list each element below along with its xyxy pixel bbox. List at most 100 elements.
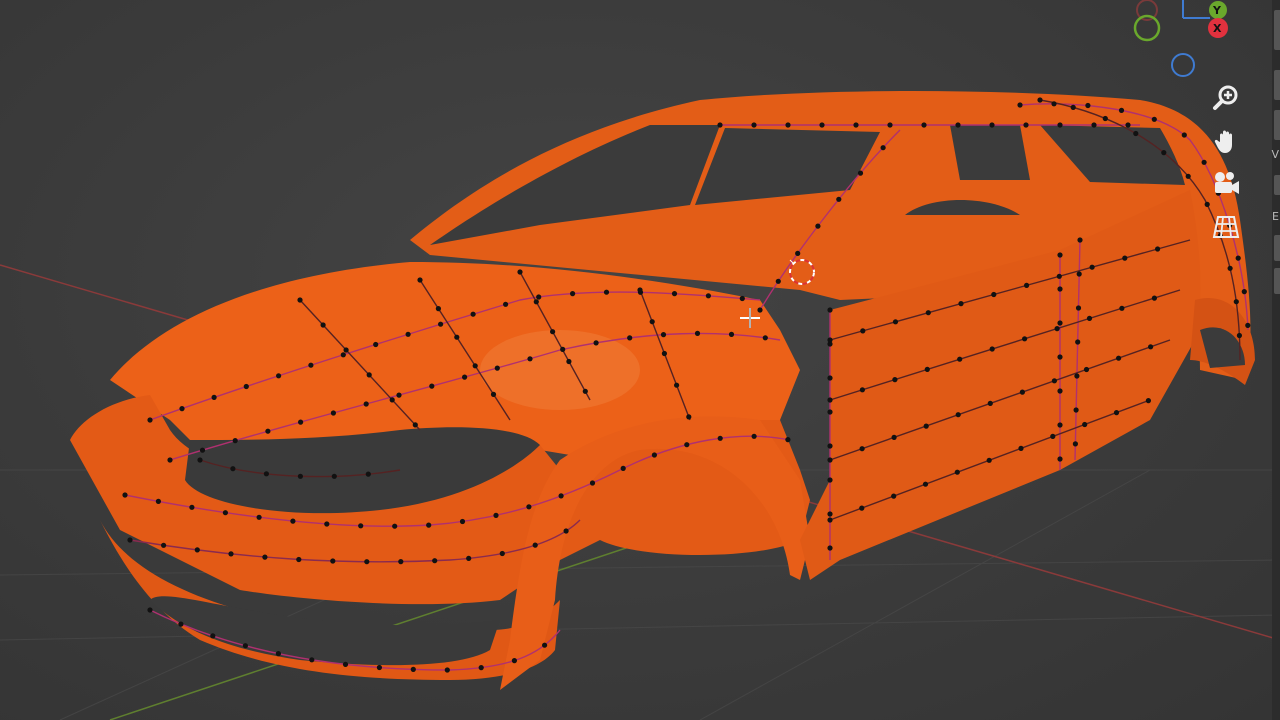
- mesh-vertex[interactable]: [1051, 378, 1057, 384]
- mesh-vertex[interactable]: [1235, 255, 1241, 261]
- mesh-vertex[interactable]: [986, 457, 992, 463]
- mesh-vertex[interactable]: [1057, 354, 1063, 360]
- mesh-vertex[interactable]: [1054, 326, 1060, 332]
- mesh-vertex[interactable]: [921, 122, 927, 128]
- mesh-vertex[interactable]: [739, 295, 745, 302]
- mesh-vertex[interactable]: [309, 657, 315, 663]
- mesh-vertex[interactable]: [1019, 389, 1025, 395]
- mesh-vertex[interactable]: [243, 383, 249, 390]
- mesh-vertex[interactable]: [398, 559, 404, 565]
- mesh-vertex[interactable]: [550, 329, 556, 335]
- mesh-vertex[interactable]: [859, 387, 866, 393]
- mesh-vertex[interactable]: [459, 518, 466, 525]
- mesh-vertex[interactable]: [1024, 282, 1030, 288]
- mesh-vertex[interactable]: [924, 366, 930, 372]
- mesh-vertex[interactable]: [297, 297, 303, 303]
- mesh-vertex[interactable]: [558, 493, 564, 499]
- mesh-vertex[interactable]: [330, 558, 336, 564]
- mesh-vertex[interactable]: [757, 307, 763, 313]
- mesh-vertex[interactable]: [671, 291, 678, 297]
- mesh-vertex[interactable]: [308, 362, 314, 368]
- mesh-vertex[interactable]: [490, 391, 497, 397]
- mesh-vertex[interactable]: [651, 452, 658, 458]
- camera-view-button[interactable]: [1208, 166, 1244, 202]
- mesh-vertex[interactable]: [222, 510, 228, 516]
- mesh-vertex[interactable]: [230, 466, 236, 472]
- mesh-vertex[interactable]: [429, 383, 435, 389]
- mesh-vertex[interactable]: [775, 278, 781, 284]
- mesh-vertex[interactable]: [570, 291, 576, 297]
- mesh-vertex[interactable]: [343, 347, 349, 353]
- mesh-vertex[interactable]: [373, 341, 379, 348]
- mesh-vertex[interactable]: [232, 438, 238, 444]
- mesh-vertex[interactable]: [364, 559, 370, 565]
- mesh-vertex[interactable]: [627, 335, 633, 341]
- mesh-vertex[interactable]: [438, 321, 444, 327]
- mesh-vertex[interactable]: [532, 542, 538, 548]
- mesh-vertex[interactable]: [1056, 273, 1062, 279]
- mesh-vertex[interactable]: [324, 521, 330, 527]
- mesh-vertex[interactable]: [511, 658, 517, 664]
- mesh-vertex[interactable]: [1017, 102, 1023, 108]
- mesh-vertex[interactable]: [194, 547, 200, 553]
- mesh-vertex[interactable]: [1227, 265, 1233, 271]
- mesh-vertex[interactable]: [1116, 355, 1122, 361]
- mesh-vertex[interactable]: [728, 331, 735, 337]
- mesh-vertex[interactable]: [412, 422, 418, 428]
- mesh-vertex[interactable]: [717, 435, 723, 441]
- mesh-vertex[interactable]: [161, 542, 167, 548]
- zoom-button[interactable]: [1208, 80, 1244, 116]
- mesh-vertex[interactable]: [127, 537, 133, 543]
- mesh-vertex[interactable]: [785, 122, 791, 128]
- mesh-vertex[interactable]: [1057, 456, 1063, 462]
- mesh-vertex[interactable]: [533, 299, 539, 305]
- mesh-vertex[interactable]: [426, 522, 432, 528]
- mesh-vertex[interactable]: [331, 473, 337, 479]
- mesh-vertex[interactable]: [466, 555, 472, 562]
- pan-button[interactable]: [1208, 124, 1244, 160]
- mesh-vertex[interactable]: [396, 392, 402, 398]
- mesh-vertex[interactable]: [717, 122, 723, 128]
- navigation-gizmo[interactable]: Y X: [1133, 0, 1228, 77]
- mesh-vertex[interactable]: [526, 504, 532, 510]
- mesh-vertex[interactable]: [1050, 433, 1056, 439]
- mesh-vertex[interactable]: [860, 328, 866, 334]
- mesh-vertex[interactable]: [340, 352, 346, 358]
- mesh-vertex[interactable]: [1145, 398, 1151, 404]
- mesh-vertex[interactable]: [1076, 271, 1082, 277]
- mesh-vertex[interactable]: [686, 414, 692, 420]
- mesh-vertex[interactable]: [256, 514, 262, 520]
- mesh-vertex[interactable]: [991, 291, 997, 298]
- mesh-vertex[interactable]: [957, 356, 963, 362]
- mesh-vertex[interactable]: [1077, 237, 1083, 243]
- mesh-vertex[interactable]: [827, 477, 833, 483]
- mesh-vertex[interactable]: [989, 122, 995, 128]
- mesh-vertex[interactable]: [891, 434, 897, 440]
- mesh-vertex[interactable]: [819, 122, 825, 128]
- mesh-vertex[interactable]: [478, 665, 484, 671]
- mesh-vertex[interactable]: [211, 394, 217, 400]
- mesh-vertex[interactable]: [815, 223, 821, 229]
- mesh-vertex[interactable]: [1037, 97, 1043, 103]
- mesh-vertex[interactable]: [857, 170, 864, 176]
- mesh-vertex[interactable]: [1119, 305, 1125, 311]
- mesh-vertex[interactable]: [263, 471, 269, 477]
- mesh-vertex[interactable]: [955, 412, 961, 418]
- mesh-vertex[interactable]: [827, 409, 833, 415]
- mesh-vertex[interactable]: [1125, 122, 1131, 128]
- mesh-vertex[interactable]: [1122, 255, 1128, 261]
- mesh-vertex[interactable]: [836, 196, 842, 202]
- mesh-vertex[interactable]: [1151, 295, 1157, 301]
- mesh-vertex[interactable]: [1075, 339, 1081, 345]
- mesh-vertex[interactable]: [958, 301, 964, 307]
- mesh-vertex[interactable]: [1075, 305, 1082, 311]
- mesh-vertex[interactable]: [827, 337, 833, 343]
- mesh-vertex[interactable]: [954, 469, 960, 475]
- mesh-vertex[interactable]: [290, 518, 296, 524]
- mesh-vertex[interactable]: [365, 471, 371, 477]
- mesh-vertex[interactable]: [122, 492, 128, 498]
- mesh-vertex[interactable]: [892, 377, 898, 383]
- mesh-vertex[interactable]: [785, 437, 791, 443]
- mesh-vertex[interactable]: [265, 428, 271, 434]
- sidebar-tab[interactable]: [1274, 235, 1280, 261]
